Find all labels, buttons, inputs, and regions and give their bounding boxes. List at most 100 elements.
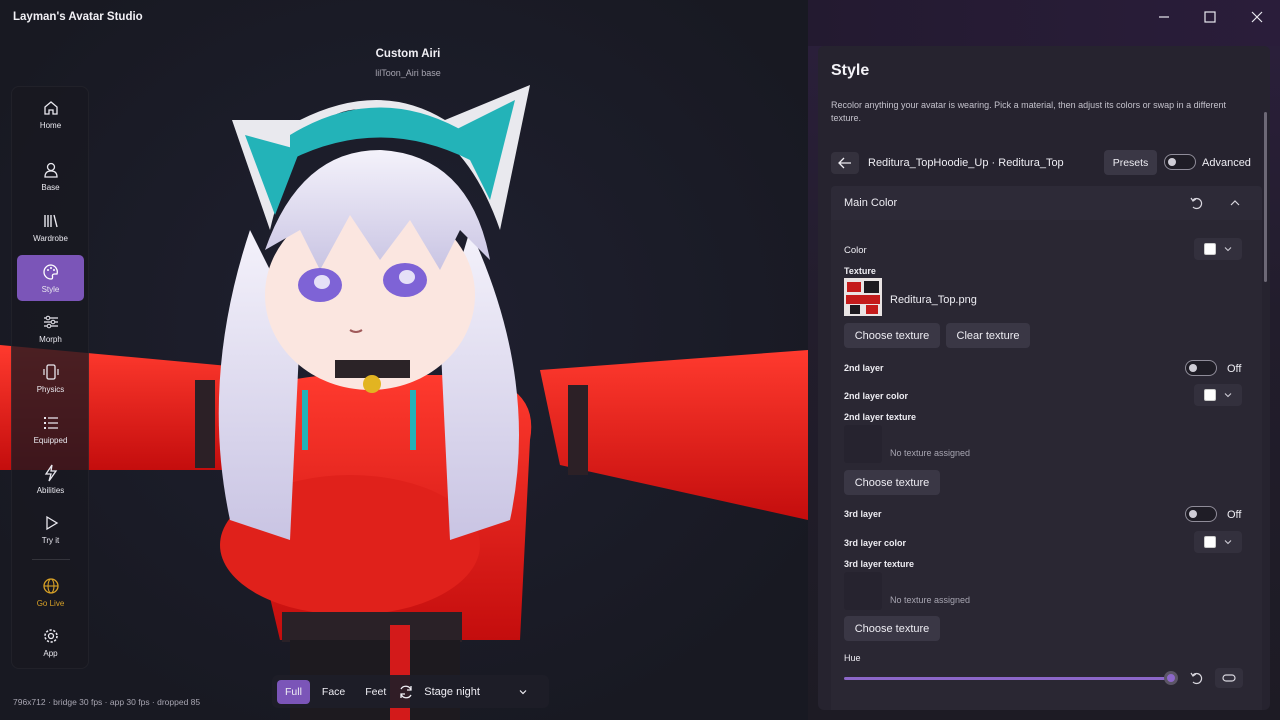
sidebar-item-label: Equipped bbox=[33, 435, 68, 445]
sidebar-item-physics[interactable]: Physics bbox=[17, 355, 84, 401]
sidebar-item-label: Base bbox=[41, 182, 60, 192]
clear-texture-button[interactable]: Clear texture bbox=[946, 323, 1030, 348]
hue-label: Hue bbox=[844, 653, 861, 663]
layer3-color-label: 3rd layer color bbox=[844, 538, 907, 548]
sidebar-item-go-live[interactable]: Go Live bbox=[17, 569, 84, 615]
material-breadcrumb: Reditura_TopHoodie_Up · Reditura_Top bbox=[868, 157, 1064, 169]
link-icon bbox=[1222, 674, 1236, 682]
sidebar-item-label: Physics bbox=[36, 384, 65, 394]
gear-icon bbox=[43, 628, 58, 643]
reset-icon[interactable] bbox=[1188, 669, 1206, 687]
sidebar-item-label: Go Live bbox=[36, 598, 65, 608]
layer3-texture-slot[interactable] bbox=[844, 572, 882, 610]
color-dropdown[interactable] bbox=[1194, 238, 1242, 260]
layer2-state: Off bbox=[1227, 363, 1242, 375]
sidebar-item-home[interactable]: Home bbox=[17, 91, 84, 137]
hue-link-button[interactable] bbox=[1215, 668, 1243, 688]
texture-filename: Reditura_Top.png bbox=[890, 294, 977, 306]
advanced-toggle[interactable] bbox=[1164, 154, 1196, 170]
texture-thumbnail[interactable] bbox=[844, 278, 882, 316]
refresh-icon[interactable] bbox=[398, 684, 414, 700]
layer3-texture-label: 3rd layer texture bbox=[844, 559, 915, 569]
chevron-up-icon[interactable] bbox=[1226, 194, 1244, 212]
hue-slider-track[interactable] bbox=[844, 677, 1174, 680]
reset-icon[interactable] bbox=[1188, 194, 1206, 212]
color-swatch bbox=[1204, 243, 1216, 255]
avatar-viewport[interactable]: Layman's Avatar Studio Custom Airi lilTo… bbox=[0, 0, 808, 720]
lightning-icon bbox=[44, 464, 57, 481]
chevron-down-icon bbox=[1224, 393, 1232, 398]
presets-button[interactable]: Presets bbox=[1104, 150, 1157, 175]
layer2-texture-slot[interactable] bbox=[844, 425, 882, 463]
sidebar-item-label: Try it bbox=[41, 535, 60, 545]
layer3-choose-texture-button[interactable]: Choose texture bbox=[844, 616, 940, 641]
view-face-button[interactable]: Face bbox=[314, 680, 353, 704]
maximize-icon[interactable] bbox=[1200, 8, 1220, 26]
layer2-toggle[interactable] bbox=[1185, 360, 1217, 376]
layer3-color-dropdown[interactable] bbox=[1194, 531, 1242, 553]
view-feet-button[interactable]: Feet bbox=[357, 680, 394, 704]
phone-vibrate-icon bbox=[42, 363, 59, 380]
layer3-label: 3rd layer bbox=[844, 509, 882, 519]
avatar-name: Custom Airi bbox=[375, 48, 441, 60]
texture-label: Texture bbox=[844, 266, 876, 276]
sidebar-item-style[interactable]: Style bbox=[17, 255, 84, 301]
wardrobe-icon bbox=[43, 214, 58, 227]
chevron-down-icon bbox=[519, 689, 527, 694]
sidebar-item-label: Abilities bbox=[36, 485, 65, 495]
globe-icon bbox=[42, 577, 59, 594]
back-button[interactable] bbox=[831, 152, 859, 174]
panel-title: Style bbox=[831, 62, 870, 79]
section-title: Main Color bbox=[844, 197, 898, 209]
list-icon bbox=[43, 416, 58, 429]
play-icon bbox=[45, 515, 58, 530]
sidebar-item-label: Wardrobe bbox=[33, 233, 68, 243]
sidebar-item-try-it[interactable]: Try it bbox=[17, 506, 84, 552]
arrow-left-icon bbox=[838, 157, 851, 169]
main-color-section-header[interactable]: Main Color bbox=[831, 186, 1262, 220]
layer2-color-label: 2nd layer color bbox=[844, 391, 909, 401]
layer3-state: Off bbox=[1227, 509, 1242, 521]
color-swatch bbox=[1204, 536, 1216, 548]
layer2-texture-label: 2nd layer texture bbox=[844, 412, 917, 422]
avatar-3d-view[interactable] bbox=[0, 0, 808, 720]
person-icon bbox=[43, 162, 58, 178]
chevron-down-icon bbox=[1224, 247, 1232, 252]
avatar-base-label: lilToon_Airi base bbox=[375, 68, 441, 78]
app-title: Layman's Avatar Studio bbox=[13, 11, 143, 23]
render-status: 796x712 · bridge 30 fps · app 30 fps · d… bbox=[13, 697, 201, 707]
sidebar-item-morph[interactable]: Morph bbox=[17, 305, 84, 351]
layer3-toggle[interactable] bbox=[1185, 506, 1217, 522]
minimize-icon[interactable] bbox=[1154, 8, 1174, 26]
sidebar-item-base[interactable]: Base bbox=[17, 153, 84, 199]
hue-slider-thumb[interactable] bbox=[1164, 671, 1178, 685]
scrollbar[interactable] bbox=[1264, 112, 1267, 282]
color-label: Color bbox=[844, 245, 867, 256]
window-titlebar bbox=[808, 0, 1280, 46]
style-panel: Style Recolor anything your avatar is we… bbox=[818, 46, 1270, 710]
color-swatch bbox=[1204, 389, 1216, 401]
sidebar-divider bbox=[32, 559, 70, 560]
stage-select[interactable]: Stage night bbox=[424, 686, 528, 698]
layer2-color-dropdown[interactable] bbox=[1194, 384, 1242, 406]
layer2-empty-text: No texture assigned bbox=[890, 448, 971, 458]
sidebar-nav: Home Base Wardrobe Style Morph Physics E… bbox=[11, 86, 89, 669]
chevron-down-icon bbox=[1224, 540, 1232, 545]
view-full-button[interactable]: Full bbox=[277, 679, 310, 704]
stage-select-value: Stage night bbox=[424, 685, 480, 698]
sidebar-item-wardrobe[interactable]: Wardrobe bbox=[17, 204, 84, 250]
sidebar-item-label: Style bbox=[41, 284, 60, 294]
layer2-choose-texture-button[interactable]: Choose texture bbox=[844, 470, 940, 495]
close-icon[interactable] bbox=[1247, 8, 1267, 26]
layer2-label: 2nd layer bbox=[844, 363, 884, 373]
sidebar-item-label: Home bbox=[39, 120, 62, 130]
advanced-label: Advanced bbox=[1202, 157, 1251, 169]
layer3-empty-text: No texture assigned bbox=[890, 595, 971, 605]
sidebar-item-label: Morph bbox=[39, 334, 62, 344]
palette-icon bbox=[42, 263, 58, 280]
sidebar-item-app[interactable]: App bbox=[17, 619, 84, 665]
choose-texture-button[interactable]: Choose texture bbox=[844, 323, 940, 348]
sidebar-item-equipped[interactable]: Equipped bbox=[17, 406, 84, 452]
sidebar-item-abilities[interactable]: Abilities bbox=[17, 456, 84, 502]
view-toolbar: Full Face Feet Stage night bbox=[272, 675, 549, 708]
